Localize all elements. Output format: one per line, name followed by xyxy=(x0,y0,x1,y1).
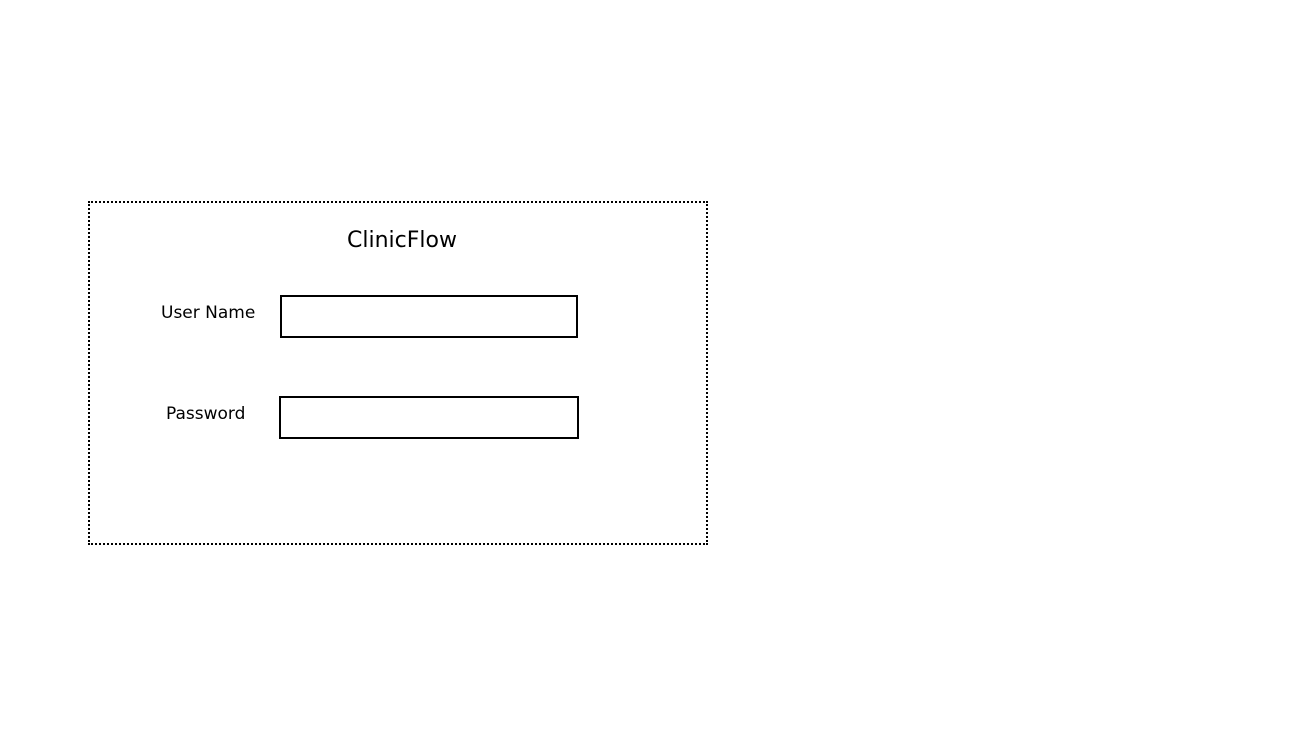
username-input[interactable] xyxy=(280,295,578,338)
username-label: User Name xyxy=(161,303,256,323)
password-input[interactable] xyxy=(279,396,579,439)
app-title: ClinicFlow xyxy=(347,228,457,253)
password-label: Password xyxy=(166,404,246,424)
login-panel: ClinicFlow User Name Password xyxy=(88,201,708,545)
